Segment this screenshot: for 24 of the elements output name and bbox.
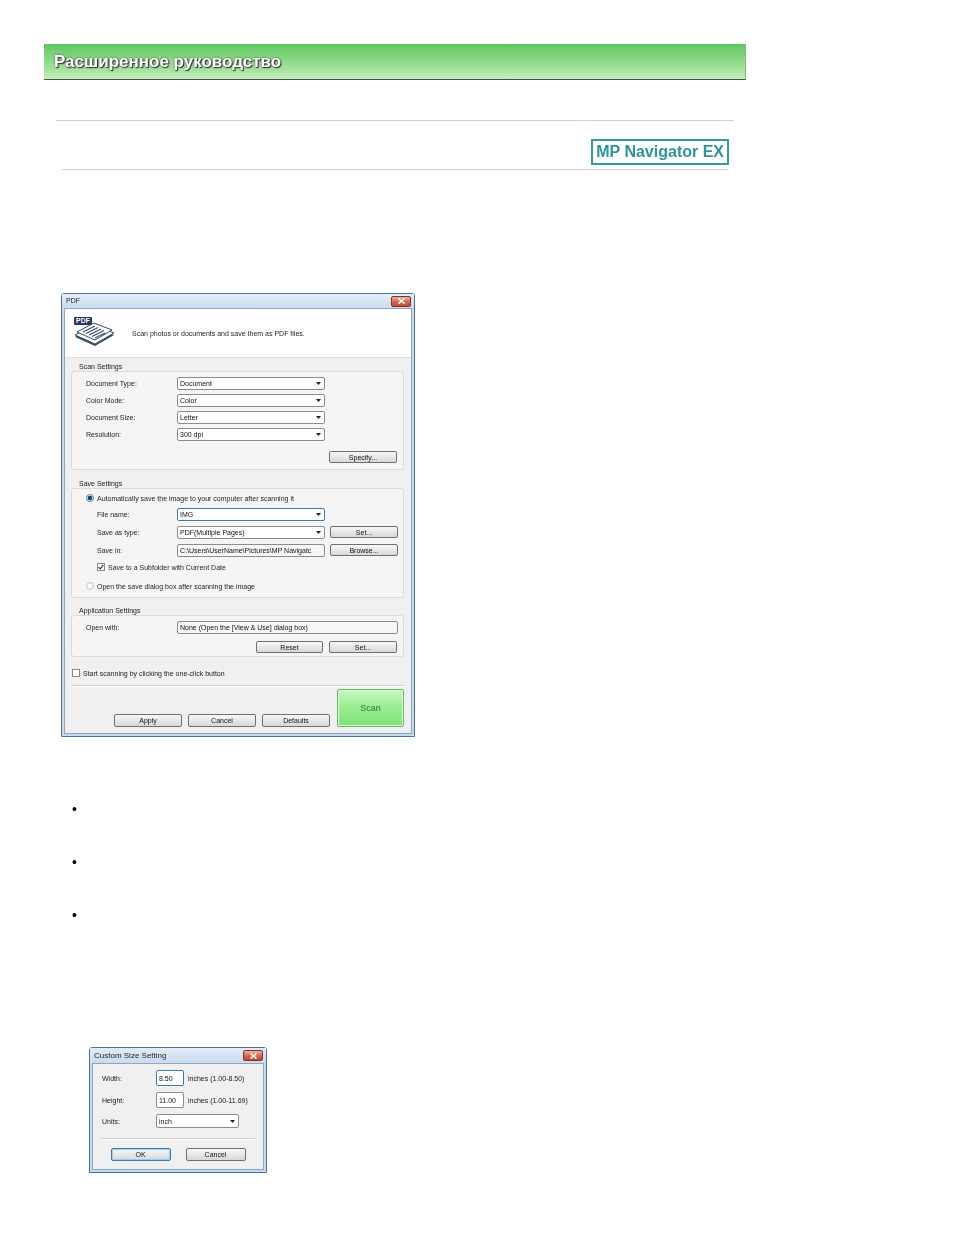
scan-button[interactable]: Scan bbox=[337, 689, 404, 727]
bullet-mark: • bbox=[72, 908, 77, 922]
bullet-mark: • bbox=[72, 855, 77, 869]
caret-icon bbox=[316, 512, 321, 516]
caret-icon bbox=[316, 382, 321, 385]
window-title: Custom Size Setting bbox=[94, 1050, 167, 1061]
page-title: Расширенное руководство bbox=[54, 51, 282, 72]
document-stack-icon bbox=[74, 319, 115, 347]
close-button[interactable] bbox=[243, 1050, 263, 1061]
caret-icon bbox=[230, 1119, 235, 1123]
close-button[interactable] bbox=[391, 295, 411, 307]
radio-button[interactable] bbox=[86, 494, 94, 502]
checkbox[interactable] bbox=[72, 669, 80, 677]
close-icon bbox=[249, 1052, 257, 1059]
caret-icon bbox=[316, 433, 321, 436]
checkmark-icon bbox=[98, 564, 104, 570]
caret-icon bbox=[316, 416, 321, 419]
product-name-label: MP Navigator EX bbox=[591, 139, 729, 165]
close-icon bbox=[397, 298, 405, 304]
radio-button[interactable] bbox=[86, 582, 94, 590]
bullet-mark: • bbox=[72, 802, 77, 816]
caret-icon bbox=[316, 530, 321, 534]
caret-icon bbox=[316, 399, 321, 402]
checkbox[interactable] bbox=[97, 563, 105, 571]
